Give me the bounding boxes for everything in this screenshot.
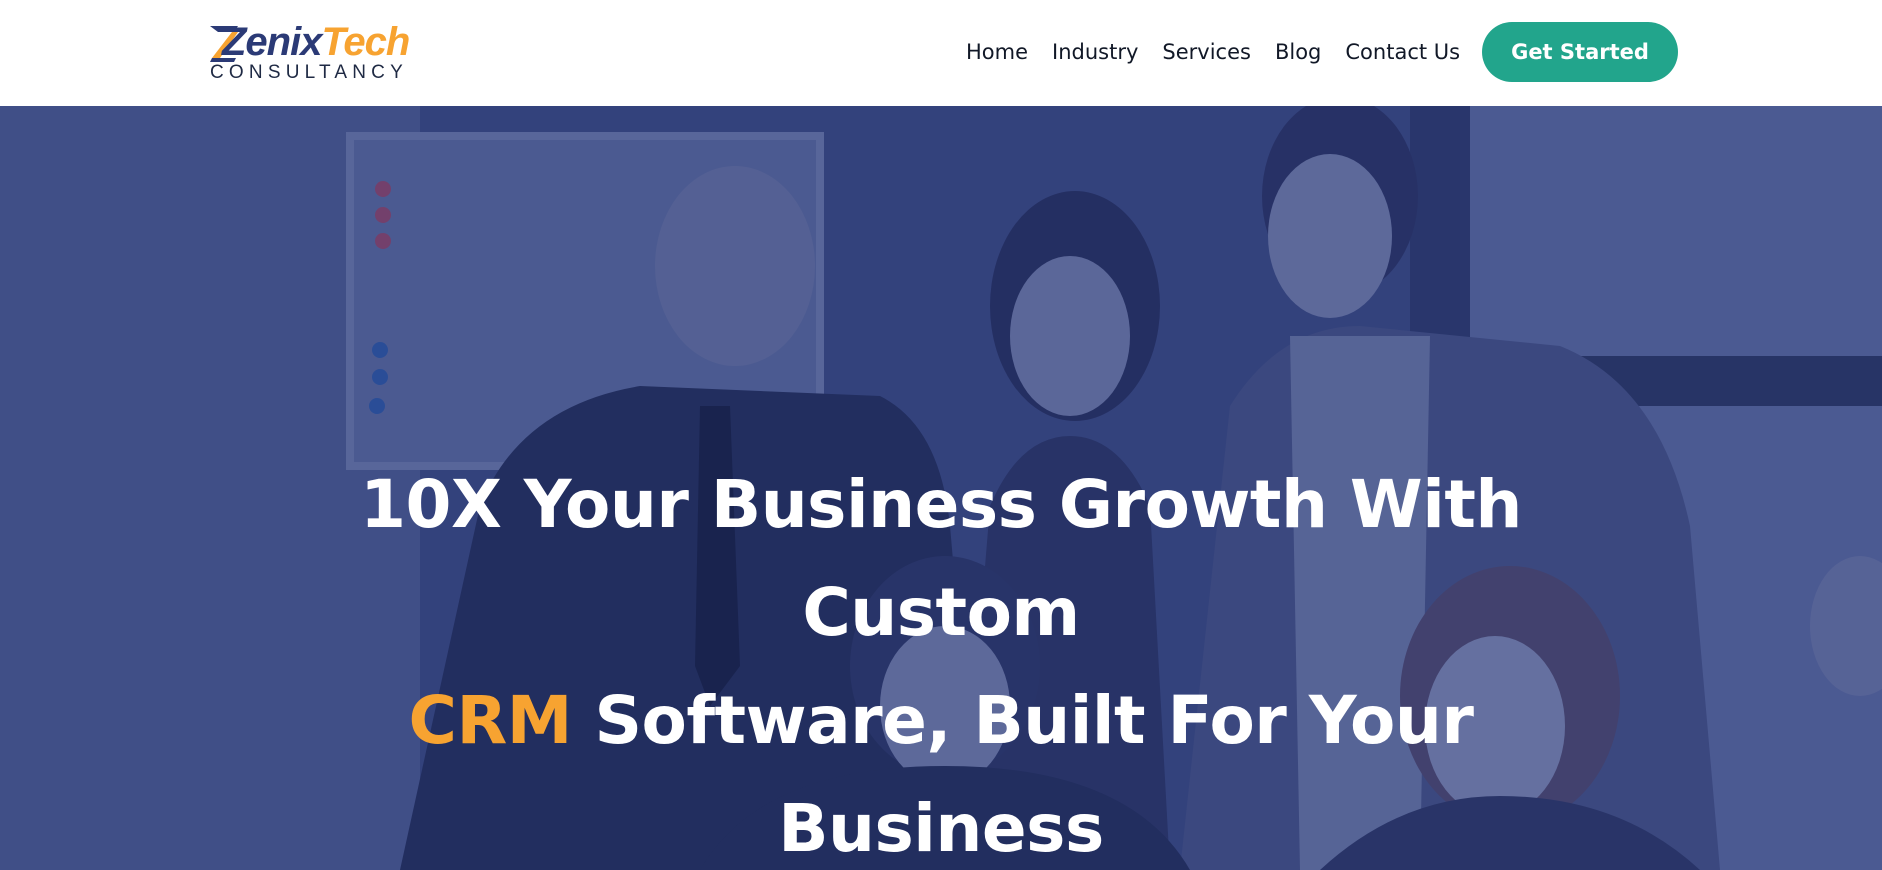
- hero-headline-line1: 10X Your Business Growth With: [360, 466, 1522, 543]
- hero-headline-accent: CRM: [408, 682, 573, 759]
- hero-headline-line3: Software, Built For Your: [571, 682, 1474, 759]
- nav-item-blog[interactable]: Blog: [1275, 34, 1321, 70]
- nav-item-industry[interactable]: Industry: [1052, 34, 1138, 70]
- brand-name: ZenixTech: [222, 20, 410, 64]
- nav-item-contact-us[interactable]: Contact Us: [1345, 34, 1460, 70]
- brand-name-part2: Tech: [321, 20, 410, 64]
- brand-logo[interactable]: ZenixTech CONSULTANCY: [208, 20, 413, 84]
- brand-tagline: CONSULTANCY: [210, 62, 408, 83]
- nav-item-home[interactable]: Home: [966, 34, 1028, 70]
- hero-section: 10X Your Business Growth With Custom CRM…: [0, 106, 1882, 870]
- hero-headline: 10X Your Business Growth With Custom CRM…: [290, 451, 1592, 870]
- hero-headline-line2: Custom: [802, 574, 1080, 651]
- hero-headline-line4: Business: [778, 790, 1104, 867]
- main-nav: Home Industry Services Blog Contact Us: [966, 34, 1460, 70]
- get-started-button[interactable]: Get Started: [1482, 22, 1678, 82]
- site-header: ZenixTech CONSULTANCY Home Industry Serv…: [0, 0, 1882, 106]
- nav-item-services[interactable]: Services: [1162, 34, 1251, 70]
- brand-name-part1: Zenix: [222, 20, 322, 64]
